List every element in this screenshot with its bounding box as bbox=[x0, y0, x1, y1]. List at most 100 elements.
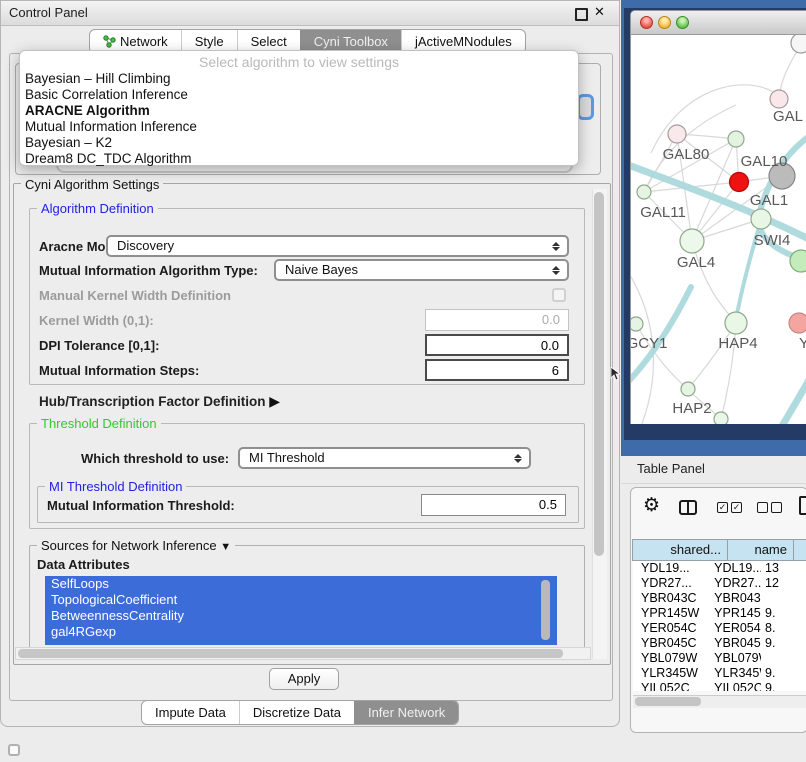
table-cell: 9. bbox=[761, 681, 806, 691]
table-row[interactable]: YER054CYER054C8. bbox=[633, 621, 806, 636]
settings-vscrollbar-thumb[interactable] bbox=[594, 192, 604, 556]
tab-infer-network[interactable]: Infer Network bbox=[354, 701, 458, 724]
node-label: HAP2 bbox=[672, 400, 711, 417]
table-cell: YDL19... bbox=[633, 561, 708, 576]
column-header[interactable]: A bbox=[793, 539, 806, 561]
network-node[interactable] bbox=[668, 125, 686, 143]
table-row[interactable]: YPR145WYPR145W9. bbox=[633, 606, 806, 621]
node-label: SWI4 bbox=[754, 232, 791, 249]
close-icon[interactable]: ✕ bbox=[594, 4, 605, 20]
node-label: HAP4 bbox=[718, 335, 757, 352]
attribute-list-scrollbar-thumb[interactable] bbox=[541, 580, 550, 640]
mi-threshold-input[interactable]: 0.5 bbox=[421, 494, 566, 516]
network-node[interactable] bbox=[770, 90, 788, 108]
table-row[interactable]: YBL079WYBL079W bbox=[633, 651, 806, 666]
apply-button[interactable]: Apply bbox=[269, 668, 339, 690]
table-cell: 9. bbox=[761, 666, 806, 681]
mi-steps-input[interactable]: 6 bbox=[425, 359, 569, 381]
settings-hscrollbar-thumb[interactable] bbox=[18, 649, 563, 658]
which-threshold-value: MI Threshold bbox=[249, 450, 325, 465]
unchecked-box-icon bbox=[757, 502, 768, 513]
table-cell: YLR345W bbox=[708, 666, 761, 681]
table-row[interactable]: YIL052CYIL052C9. bbox=[633, 681, 806, 691]
clear-all-checks-icon[interactable] bbox=[757, 502, 782, 513]
attribute-list-item[interactable]: gal4RGexp bbox=[45, 624, 557, 640]
zoom-traffic-light-icon[interactable] bbox=[676, 16, 689, 29]
algorithm-option[interactable]: Bayesian – Hill Climbing bbox=[20, 71, 578, 87]
table-cell: YBL079W bbox=[633, 651, 708, 666]
network-canvas[interactable]: GALGAL80GAL10GAL1GAL11SWI4GAL4GCY1HAP4YH… bbox=[631, 35, 806, 424]
network-node[interactable] bbox=[789, 313, 806, 333]
column-header[interactable]: name bbox=[727, 539, 794, 561]
dpi-tolerance-input[interactable]: 0.0 bbox=[425, 334, 569, 356]
mi-algorithm-type-combobox[interactable]: Naive Bayes bbox=[274, 259, 569, 281]
attribute-list-item[interactable]: SelfLoops bbox=[45, 576, 557, 592]
collapsed-panel-icon[interactable] bbox=[8, 744, 20, 756]
network-node[interactable] bbox=[680, 229, 704, 253]
control-panel-window: Control Panel ✕ Network Style Select Cyn… bbox=[0, 0, 620, 727]
node-label: Y bbox=[799, 335, 806, 352]
network-node[interactable] bbox=[790, 250, 806, 272]
table-cell: YBR043C bbox=[633, 591, 708, 606]
aracne-mode-combobox[interactable]: Discovery bbox=[106, 235, 569, 257]
network-node[interactable] bbox=[714, 412, 728, 424]
attribute-list-item[interactable]: BetweennessCentrality bbox=[45, 608, 557, 624]
table-cell bbox=[761, 591, 806, 606]
float-window-icon[interactable] bbox=[575, 8, 588, 21]
algorithm-option[interactable]: Basic Correlation Inference bbox=[20, 87, 578, 103]
network-node[interactable] bbox=[730, 173, 749, 192]
network-window-titlebar[interactable] bbox=[631, 11, 806, 35]
algorithm-option[interactable]: Bayesian – K2 bbox=[20, 135, 578, 151]
spinner-arrows-icon bbox=[552, 241, 560, 252]
algorithm-option[interactable]: Dream8 DC_TDC Algorithm bbox=[20, 151, 578, 167]
close-traffic-light-icon[interactable] bbox=[640, 16, 653, 29]
select-all-checks-icon[interactable]: ✓ ✓ bbox=[717, 502, 742, 513]
network-node[interactable] bbox=[681, 382, 695, 396]
algorithm-combobox-focus-fragment[interactable] bbox=[577, 94, 594, 120]
gear-icon[interactable]: ⚙ bbox=[643, 494, 660, 516]
mi-steps-label: Mutual Information Steps: bbox=[39, 363, 199, 378]
minimize-traffic-light-icon[interactable] bbox=[658, 16, 671, 29]
network-node[interactable] bbox=[725, 312, 747, 334]
table-cell: 9. bbox=[761, 606, 806, 621]
node-label: GAL80 bbox=[663, 146, 710, 163]
algorithm-option[interactable]: ARACNE Algorithm bbox=[20, 103, 578, 119]
table-hscrollbar-thumb[interactable] bbox=[635, 697, 701, 706]
network-edge bbox=[651, 85, 779, 153]
manual-kernel-label: Manual Kernel Width Definition bbox=[39, 288, 231, 303]
unchecked-box-icon bbox=[771, 502, 782, 513]
sources-expander[interactable]: Sources for Network Inference ▼ bbox=[37, 538, 235, 553]
tab-impute-data[interactable]: Impute Data bbox=[142, 701, 239, 724]
node-label: GAL10 bbox=[741, 153, 788, 170]
table-cell: 13 bbox=[761, 561, 806, 576]
divider bbox=[621, 483, 806, 484]
table-row[interactable]: YBR045CYBR045C9. bbox=[633, 636, 806, 651]
aracne-mode-value: Discovery bbox=[117, 238, 174, 253]
data-attributes-list[interactable]: SelfLoopsTopologicalCoefficientBetweenne… bbox=[45, 576, 557, 645]
hub-definition-expander[interactable]: Hub/Transcription Factor Definition ▶ bbox=[39, 393, 280, 410]
algorithm-option[interactable]: Mutual Information Inference bbox=[20, 119, 578, 135]
node-label: GAL1 bbox=[750, 192, 788, 209]
network-node[interactable] bbox=[751, 209, 771, 229]
new-table-icon[interactable] bbox=[799, 496, 806, 515]
table-body: YDL19...YDL19...13YDR27...YDR27...12YBR0… bbox=[633, 561, 806, 691]
tab-discretize-data[interactable]: Discretize Data bbox=[239, 701, 354, 724]
network-node[interactable] bbox=[637, 185, 651, 199]
sources-title: Sources for Network Inference bbox=[41, 538, 217, 553]
table-row[interactable]: YDR27...YDR27...12 bbox=[633, 576, 806, 591]
table-row[interactable]: YLR345WYLR345W9. bbox=[633, 666, 806, 681]
table-cell: YIL052C bbox=[708, 681, 761, 691]
table-row[interactable]: YDL19...YDL19...13 bbox=[633, 561, 806, 576]
network-node[interactable] bbox=[631, 317, 643, 331]
table-row[interactable]: YBR043CYBR043C bbox=[633, 591, 806, 606]
network-node[interactable] bbox=[791, 35, 806, 53]
split-columns-icon[interactable] bbox=[679, 500, 697, 515]
which-threshold-label: Which threshold to use: bbox=[81, 451, 229, 466]
dpi-tolerance-label: DPI Tolerance [0,1]: bbox=[39, 338, 159, 353]
table-cell: YER054C bbox=[633, 621, 708, 636]
network-node[interactable] bbox=[728, 131, 744, 147]
attribute-list-item[interactable]: TopologicalCoefficient bbox=[45, 592, 557, 608]
column-header[interactable]: shared... bbox=[632, 539, 728, 561]
control-panel-titlebar[interactable]: Control Panel ✕ bbox=[1, 1, 619, 26]
which-threshold-combobox[interactable]: MI Threshold bbox=[238, 447, 531, 469]
